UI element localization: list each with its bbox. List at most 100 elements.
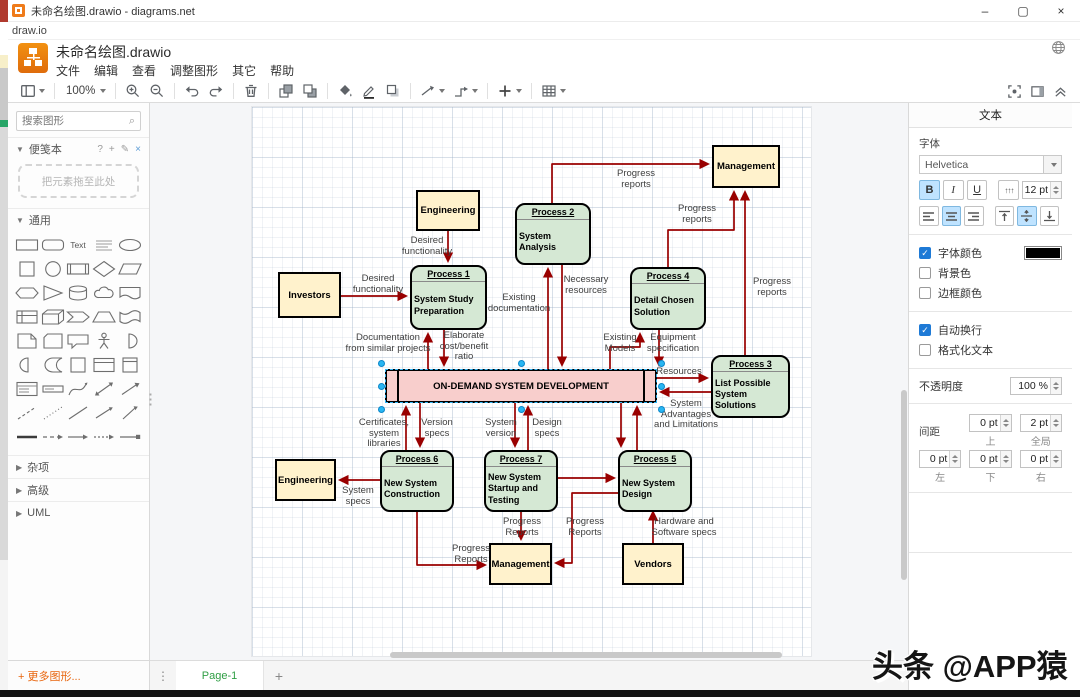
shape-dashed-line[interactable] [14,403,40,423]
diagram-canvas[interactable]: ManagementEngineeringInvestorsEngineerin… [150,103,908,660]
node-on-demand-bar[interactable]: ON-DEMAND SYSTEM DEVELOPMENT [385,369,657,403]
node-process-5[interactable]: Process 5New System Design [618,450,692,512]
view-outline-button[interactable] [16,81,49,101]
checkbox-背景色[interactable] [919,267,931,279]
shape-search-box[interactable]: ⌕ [16,111,141,131]
node-process-1[interactable]: Process 1System Study Preparation [410,265,487,330]
menu-item-5[interactable]: 帮助 [270,62,294,79]
shape-square[interactable] [14,259,40,279]
shape-directional-arrow[interactable] [91,403,117,423]
insert-button[interactable] [493,81,526,101]
spacing-stepper-上[interactable]: 0 pt [969,414,1011,432]
checkbox-边框颜色[interactable] [919,287,931,299]
horizontal-scrollbar[interactable] [390,652,782,658]
font-color-swatch[interactable] [1024,246,1062,260]
section-general-header[interactable]: ▼ 通用 [8,209,149,231]
shape-circle[interactable] [40,259,66,279]
connection-style-button[interactable] [416,81,449,101]
node-process-6[interactable]: Process 6New System Construction [380,450,454,512]
shape-arrow-link[interactable] [66,427,92,447]
shape-callout[interactable] [66,331,92,351]
shape-vertical-container[interactable] [117,355,143,375]
sidebar-section-高级[interactable]: ▶高级 [8,479,149,501]
valign-bottom-button[interactable] [1040,206,1060,226]
font-family-select[interactable]: Helvetica [919,155,1062,174]
zoom-level-dropdown[interactable]: 100% [60,81,110,101]
shape-actor[interactable] [91,331,117,351]
menu-item-3[interactable]: 调整图形 [170,62,218,79]
shape-dotted-line[interactable] [40,403,66,423]
shape-text[interactable]: Text [66,235,92,255]
shape-trapezoid[interactable] [91,307,117,327]
spacing-spin-buttons[interactable] [1000,415,1011,431]
shape-dashed-arrow-link[interactable] [91,427,117,447]
format-panel-toggle-icon[interactable] [1026,81,1049,101]
pages-menu-icon[interactable]: ⋮ [150,669,176,683]
shape-curve[interactable] [66,379,92,399]
node-engineering-top[interactable]: Engineering [416,190,480,231]
node-vendors[interactable]: Vendors [622,543,684,585]
spacing-stepper-全局[interactable]: 2 pt [1020,414,1062,432]
node-process-2[interactable]: Process 2System Analysis [515,203,591,265]
vertical-text-button[interactable]: ↑↑↑ [998,180,1019,200]
fill-color-icon[interactable] [333,81,357,101]
italic-button[interactable]: I [943,180,964,200]
opacity-stepper[interactable]: 100 % [1010,377,1062,395]
close-icon[interactable]: × [135,144,141,155]
maximize-button[interactable]: ▢ [1004,0,1042,22]
sidebar-section-杂项[interactable]: ▶杂项 [8,456,149,478]
document-title[interactable]: 未命名绘图.drawio [56,42,171,62]
delete-icon[interactable] [239,81,263,101]
to-back-icon[interactable] [298,81,322,101]
spacing-stepper-下[interactable]: 0 pt [969,450,1011,468]
vertical-scrollbar[interactable] [901,390,907,580]
align-center-button[interactable] [942,206,962,226]
shape-hexagon[interactable] [14,283,40,303]
shape-and[interactable] [14,355,40,375]
spacing-stepper-左[interactable]: 0 pt [919,450,961,468]
shape-dashed-link[interactable] [40,427,66,447]
shape-container[interactable] [91,355,117,375]
spacing-spin-buttons[interactable] [1050,451,1061,467]
align-right-button[interactable] [964,206,984,226]
shape-data-storage[interactable] [40,355,66,375]
more-shapes-button[interactable]: + 更多图形... [18,668,81,684]
edit-pencil-icon[interactable]: ✎ [121,144,129,155]
shape-bidirectional-arrow[interactable] [91,379,117,399]
shape-line[interactable] [66,403,92,423]
node-management-bottom[interactable]: Management [489,543,552,585]
checkbox-自动换行[interactable]: ✓ [919,324,931,336]
valign-middle-button[interactable] [1017,206,1037,226]
node-process-4[interactable]: Process 4Detail Chosen Solution [630,267,706,330]
shape-document[interactable] [117,283,143,303]
bold-button[interactable]: B [919,180,940,200]
shape-textbox[interactable] [91,235,117,255]
shape-or[interactable] [117,331,143,351]
shape-cylinder[interactable] [66,283,92,303]
spacing-spin-buttons[interactable] [1050,415,1061,431]
menu-item-1[interactable]: 编辑 [94,62,118,79]
valign-top-button[interactable] [995,206,1015,226]
shape-internal-storage[interactable] [14,307,40,327]
shape-triangle[interactable] [40,283,66,303]
shape-list[interactable] [14,379,40,399]
collapse-toolbar-icon[interactable] [1049,81,1072,101]
line-color-icon[interactable] [357,81,381,101]
shape-note[interactable] [14,331,40,351]
checkbox-字体颜色[interactable]: ✓ [919,247,931,259]
panel-tab-text[interactable]: 文本 [909,103,1072,128]
shadow-icon[interactable] [381,81,405,101]
shape-rounded-rectangle[interactable] [40,235,66,255]
to-front-icon[interactable] [274,81,298,101]
add-icon[interactable]: + [109,144,115,155]
close-button[interactable]: × [1042,0,1080,22]
shape-square-2[interactable] [66,355,92,375]
redo-icon[interactable] [204,81,228,101]
app-tab-label[interactable]: draw.io [12,25,47,37]
underline-button[interactable]: U [967,180,988,200]
sidebar-resize-handle[interactable]: ▪▪▪ [149,392,154,414]
fullscreen-icon[interactable] [1003,81,1026,101]
zoom-in-icon[interactable] [121,81,145,101]
shape-link[interactable] [14,427,40,447]
minimize-button[interactable]: – [966,0,1004,22]
